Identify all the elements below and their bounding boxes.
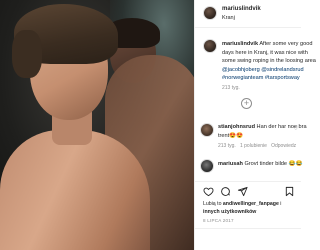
share-send-icon[interactable] xyxy=(237,186,248,197)
caption-line-3: some swing roping in the loosing area xyxy=(222,58,316,64)
foreground-person-body xyxy=(0,130,150,250)
caption-text: mariuslindvik After some very good days … xyxy=(222,40,320,83)
commenter-username[interactable]: mariusah xyxy=(218,161,243,167)
add-comment-area[interactable] xyxy=(195,228,301,250)
comment-line-2: trent😍😍 xyxy=(218,132,244,139)
likes-others-link[interactable]: innych użytkowników xyxy=(203,209,256,215)
caption-line-2: days here in Kranj, it was nice with xyxy=(222,49,308,56)
post-header: mariuslindvik Kranj xyxy=(195,0,301,28)
caption-hashtags[interactable]: #norwegianteam #tarsportsway xyxy=(222,75,300,81)
likes-user[interactable]: andiwellinger_fanpage xyxy=(223,201,279,207)
author-avatar[interactable] xyxy=(203,6,217,20)
comment-bubble-icon[interactable] xyxy=(220,186,231,197)
author-username[interactable]: mariuslindvik xyxy=(222,6,261,12)
comment-reply-button[interactable]: Odpowiedz xyxy=(271,143,296,149)
comment-meta: 213 tyg. 1 polubienie Odpowiedz xyxy=(218,143,296,149)
comment-text: mariusah Grovt tinder bilde 😂😂 xyxy=(218,160,320,169)
bookmark-save-icon[interactable] xyxy=(284,186,295,197)
caption-author-avatar[interactable] xyxy=(203,39,217,53)
comment-body: Grovt tinder bilde 😂😂 xyxy=(244,161,303,167)
comment-line-1: Han der har noe bra xyxy=(256,124,307,130)
caption-line-1: After some very good xyxy=(259,41,313,47)
likes-conjunction: i xyxy=(278,201,282,207)
caption-author-username[interactable]: mariuslindvik xyxy=(222,41,258,47)
likes-summary: Lubią to andiwellinger_fanpage i innych … xyxy=(203,201,303,216)
like-heart-icon[interactable] xyxy=(203,186,214,197)
commenter-avatar[interactable] xyxy=(200,159,214,173)
comment-like-count[interactable]: 1 polubienie xyxy=(240,143,267,149)
post-location[interactable]: Kranj xyxy=(222,15,235,21)
comment-like-heart-icon[interactable]: ♡ xyxy=(293,125,298,132)
post-photo[interactable] xyxy=(0,0,194,250)
caption-time: 213 tyg. xyxy=(222,85,240,91)
comment-text: stianjohnsrud Han der har noe bra trent😍… xyxy=(218,123,320,140)
commenter-avatar[interactable] xyxy=(200,123,214,137)
load-more-comments-button[interactable]: + xyxy=(241,98,252,109)
commenter-username[interactable]: stianjohnsrud xyxy=(218,124,255,130)
instagram-post: mariuslindvik Kranj mariuslindvik After … xyxy=(0,0,316,250)
caption-mentions[interactable]: @jacobhjoberg @sindrelandsrud xyxy=(222,67,304,73)
post-side-panel: mariuslindvik Kranj mariuslindvik After … xyxy=(194,0,316,250)
post-date: 8 LIPCA 2017 xyxy=(203,218,234,223)
likes-prefix: Lubią to xyxy=(203,201,222,207)
comment-time: 213 tyg. xyxy=(218,143,236,149)
foreground-person-hair-side xyxy=(12,30,42,78)
